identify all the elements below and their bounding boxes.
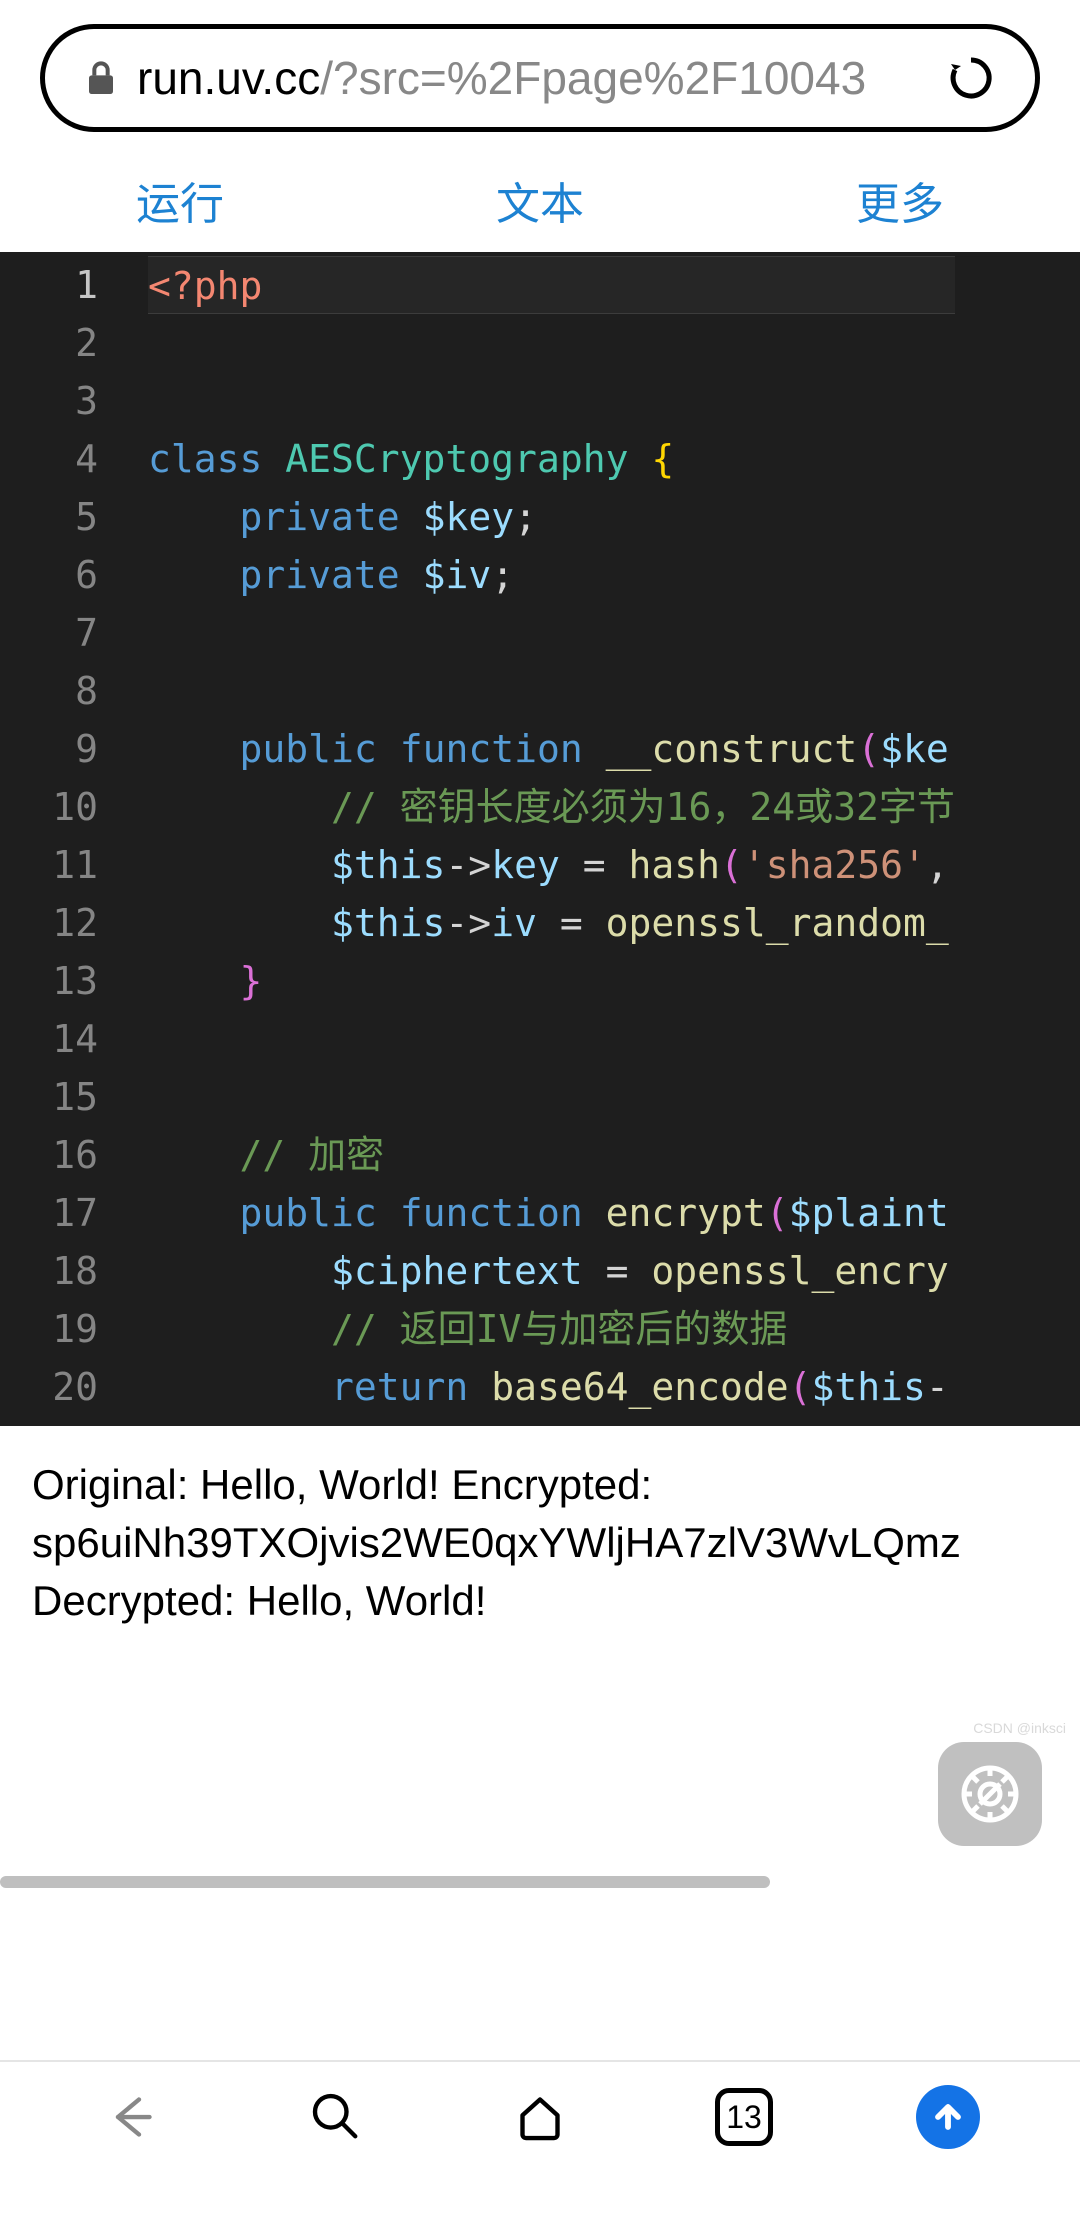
lock-icon — [85, 58, 117, 98]
line-number: 10 — [0, 778, 98, 836]
line-number: 7 — [0, 604, 98, 662]
arrow-up-icon — [928, 2097, 968, 2137]
code-line[interactable] — [148, 1068, 955, 1126]
line-number: 15 — [0, 1068, 98, 1126]
line-number: 2 — [0, 314, 98, 372]
code-line[interactable]: class AESCryptography { — [148, 430, 955, 488]
home-button[interactable] — [508, 2085, 572, 2149]
upload-button[interactable] — [916, 2085, 980, 2149]
code-line[interactable] — [148, 314, 955, 372]
code-line[interactable]: $this->key = hash('sha256', — [148, 836, 955, 894]
code-line[interactable] — [148, 372, 955, 430]
code-line[interactable] — [148, 604, 955, 662]
code-line[interactable]: // 返回IV与加密后的数据 — [148, 1300, 955, 1358]
url-bar[interactable]: run.uv.cc/?src=%2Fpage%2F10043 — [40, 24, 1040, 132]
output-area: Original: Hello, World! Encrypted: sp6ui… — [0, 1426, 1080, 1660]
code-line[interactable]: <?php — [148, 256, 955, 314]
refresh-icon[interactable] — [947, 54, 995, 102]
line-number: 8 — [0, 662, 98, 720]
tab-more[interactable]: 更多 — [816, 160, 984, 240]
url-path: /?src=%2Fpage%2F10043 — [320, 52, 866, 104]
output-line: Decrypted: Hello, World! — [32, 1572, 1048, 1630]
back-button[interactable] — [100, 2085, 164, 2149]
line-number: 5 — [0, 488, 98, 546]
tab-run[interactable]: 运行 — [96, 160, 264, 240]
line-number: 11 — [0, 836, 98, 894]
line-number: 17 — [0, 1184, 98, 1242]
code-line[interactable]: return base64_encode($this- — [148, 1358, 955, 1416]
line-number: 20 — [0, 1358, 98, 1416]
code-line[interactable] — [148, 1010, 955, 1068]
watermark: CSDN @inksci — [973, 1720, 1066, 1736]
line-number: 12 — [0, 894, 98, 952]
search-icon — [308, 2089, 364, 2145]
code-content[interactable]: <?php class AESCryptography { private $ke… — [128, 252, 955, 1426]
line-number: 18 — [0, 1242, 98, 1300]
arrow-left-icon — [104, 2089, 160, 2145]
action-tabs: 运行 文本 更多 — [0, 144, 1080, 252]
code-line[interactable]: } — [148, 952, 955, 1010]
settings-button[interactable] — [938, 1742, 1042, 1846]
code-line[interactable]: public function __construct($ke — [148, 720, 955, 778]
line-number: 19 — [0, 1300, 98, 1358]
tab-text[interactable]: 文本 — [456, 160, 624, 240]
code-line[interactable]: $this->iv = openssl_random_ — [148, 894, 955, 952]
horizontal-scrollbar[interactable] — [0, 1876, 770, 1888]
gear-icon — [958, 1762, 1022, 1826]
tab-count-badge: 13 — [715, 2088, 773, 2146]
code-line[interactable]: private $key; — [148, 488, 955, 546]
code-line[interactable]: // 加密 — [148, 1126, 955, 1184]
line-number: 16 — [0, 1126, 98, 1184]
line-number: 4 — [0, 430, 98, 488]
line-number: 6 — [0, 546, 98, 604]
code-line[interactable]: // 密钥长度必须为16，24或32字节 — [148, 778, 955, 836]
code-line[interactable]: public function encrypt($plaint — [148, 1184, 955, 1242]
code-line[interactable] — [148, 662, 955, 720]
output-line: Original: Hello, World! Encrypted: — [32, 1456, 1048, 1514]
url-host: run.uv.cc — [137, 52, 320, 104]
line-number-gutter: 1234567891011121314151617181920 — [0, 252, 128, 1426]
url-text: run.uv.cc/?src=%2Fpage%2F10043 — [137, 51, 927, 105]
line-number: 14 — [0, 1010, 98, 1068]
output-line: sp6uiNh39TXOjvis2WE0qxYWljHA7zlV3WvLQmz — [32, 1514, 1048, 1572]
line-number: 1 — [0, 256, 98, 314]
line-number: 9 — [0, 720, 98, 778]
tabs-button[interactable]: 13 — [712, 2085, 776, 2149]
code-line[interactable]: private $iv; — [148, 546, 955, 604]
search-button[interactable] — [304, 2085, 368, 2149]
home-icon — [512, 2089, 568, 2145]
browser-bottom-nav: 13 — [0, 2062, 1080, 2172]
line-number: 3 — [0, 372, 98, 430]
line-number: 13 — [0, 952, 98, 1010]
url-bar-container: run.uv.cc/?src=%2Fpage%2F10043 — [0, 0, 1080, 144]
code-line[interactable]: $ciphertext = openssl_encry — [148, 1242, 955, 1300]
code-editor[interactable]: 1234567891011121314151617181920 <?phpcla… — [0, 252, 1080, 1426]
